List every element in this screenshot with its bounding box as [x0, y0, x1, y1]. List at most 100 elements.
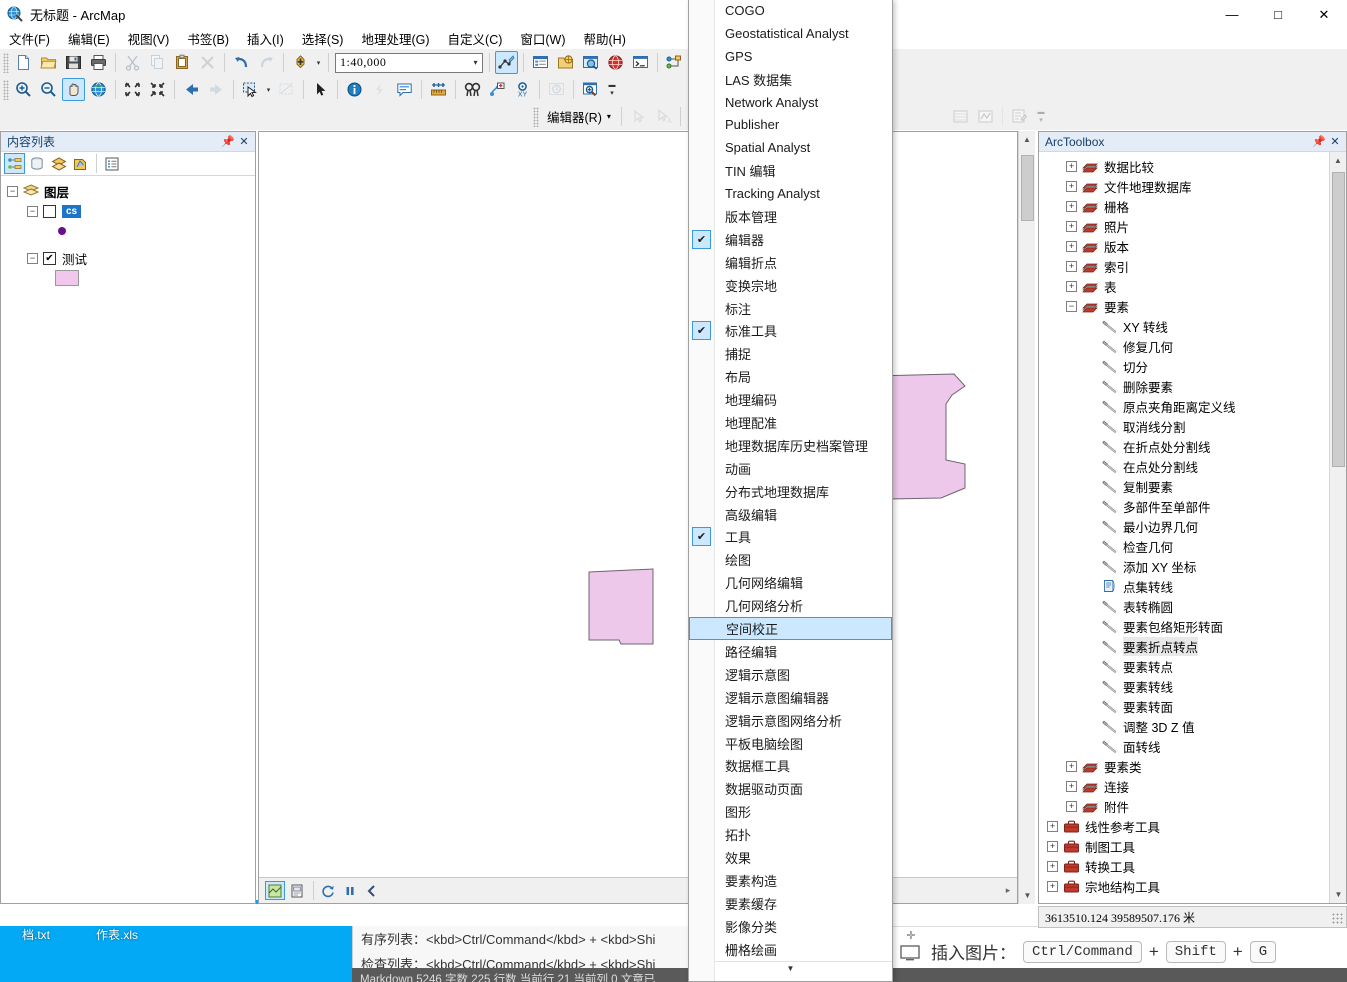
menu-item-toolbar[interactable]: 布局: [689, 365, 892, 388]
toc-layer-cs-row[interactable]: − cs: [5, 201, 255, 221]
create-viewer-icon[interactable]: [579, 78, 602, 101]
scroll-up-icon[interactable]: ▲: [1019, 131, 1035, 148]
arctoolbox-item[interactable]: 要素转面: [1047, 696, 1329, 716]
previous-icon[interactable]: [362, 881, 382, 900]
scroll-down-icon[interactable]: ▼: [1019, 887, 1036, 904]
arctoolbox-vertical-scrollbar[interactable]: ▲ ▼: [1329, 152, 1346, 903]
menu-file[interactable]: 文件(F): [0, 27, 59, 50]
arctoolbox-item[interactable]: + 宗地结构工具: [1047, 876, 1329, 896]
options-icon[interactable]: [101, 153, 122, 174]
go-to-xy-icon[interactable]: XY: [511, 78, 534, 101]
menu-scroll-down-icon[interactable]: ▼: [689, 960, 892, 975]
arctoolbox-item[interactable]: + 照片: [1047, 216, 1329, 236]
menu-item-toolbar[interactable]: 逻辑示意图: [689, 663, 892, 686]
arctoolbox-item[interactable]: + 文件地理数据库: [1047, 176, 1329, 196]
arctoolbox-item[interactable]: + 要素类: [1047, 756, 1329, 776]
zoom-out-icon[interactable]: [37, 78, 60, 101]
arctoolbox-item[interactable]: 多部件至单部件: [1047, 496, 1329, 516]
arctoolbox-item[interactable]: + 索引: [1047, 256, 1329, 276]
menu-item-toolbar[interactable]: 标注: [689, 297, 892, 320]
expander-icon[interactable]: +: [1047, 820, 1058, 832]
menu-geoprocessing[interactable]: 地理处理(G): [352, 27, 438, 50]
table-of-contents-icon[interactable]: [529, 51, 552, 74]
arctoolbox-list[interactable]: + 数据比较 + 文件地理数据库 + 栅格 + 照片 + 版本 + 索引 + 表 − 要素 XY 转线 修复几何切…: [1039, 152, 1329, 903]
toolbar-overflow-icon[interactable]: ▬▾: [606, 78, 618, 102]
scroll-up-icon[interactable]: ▲: [1330, 152, 1346, 169]
arctoolbox-item[interactable]: 在点处分割线: [1047, 456, 1329, 476]
menu-item-toolbar[interactable]: 图形: [689, 800, 892, 823]
menu-selection[interactable]: 选择(S): [293, 27, 353, 50]
menu-item-toolbar[interactable]: 数据驱动页面: [689, 777, 892, 800]
fixed-zoom-out-icon[interactable]: [146, 78, 169, 101]
close-icon[interactable]: ✕: [236, 134, 252, 150]
expander-icon[interactable]: +: [1047, 880, 1058, 892]
expander-icon[interactable]: +: [1047, 840, 1058, 852]
arctoolbox-item[interactable]: + 版本: [1047, 236, 1329, 256]
arctoolbox-item[interactable]: 原点夹角距离定义线: [1047, 396, 1329, 416]
full-extent-icon[interactable]: [87, 78, 110, 101]
layer-visibility-checkbox[interactable]: ✔: [43, 251, 56, 265]
expander-icon[interactable]: +: [1066, 780, 1077, 792]
menu-item-toolbar[interactable]: 地理配准: [689, 411, 892, 434]
maximize-button[interactable]: □: [1255, 0, 1301, 28]
arctoolbox-item[interactable]: 点集转线: [1047, 576, 1329, 596]
menu-item-toolbar[interactable]: 路径编辑: [689, 640, 892, 663]
expander-icon[interactable]: +: [1047, 860, 1058, 872]
expander-icon[interactable]: +: [1066, 160, 1077, 172]
menu-help[interactable]: 帮助(H): [575, 27, 635, 50]
arctoolbox-item[interactable]: 添加 XY 坐标: [1047, 556, 1329, 576]
menu-insert[interactable]: 插入(I): [238, 27, 293, 50]
find-icon[interactable]: [461, 78, 484, 101]
select-features-icon[interactable]: [239, 78, 262, 101]
expander-icon[interactable]: +: [1066, 240, 1077, 252]
arctoolbox-item[interactable]: 最小边界几何: [1047, 516, 1329, 536]
toc-root-row[interactable]: − 图层: [5, 181, 255, 201]
expander-icon[interactable]: −: [27, 205, 38, 217]
arctoolbox-item[interactable]: XY 转线: [1047, 316, 1329, 336]
menu-item-toolbar[interactable]: 版本管理: [689, 205, 892, 228]
arctoolbox-item[interactable]: + 线性参考工具: [1047, 816, 1329, 836]
expander-icon[interactable]: −: [1066, 300, 1077, 312]
open-folder-icon[interactable]: [37, 51, 60, 74]
menu-item-toolbar[interactable]: Publisher: [689, 113, 892, 136]
arctoolbox-item[interactable]: + 数据比较: [1047, 156, 1329, 176]
arctoolbox-item[interactable]: 面转线: [1047, 736, 1329, 756]
menu-item-toolbar[interactable]: 影像分类: [689, 915, 892, 938]
toolbar-grip[interactable]: [533, 106, 539, 127]
toolbar-grip[interactable]: [3, 52, 9, 73]
menu-view[interactable]: 视图(V): [119, 27, 179, 50]
menu-item-toolbar[interactable]: 逻辑示意图网络分析: [689, 709, 892, 732]
list-by-selection-icon[interactable]: [70, 153, 91, 174]
close-button[interactable]: ✕: [1301, 0, 1347, 28]
layout-view-icon[interactable]: [287, 881, 307, 900]
arctoolbox-item[interactable]: 要素折点转点: [1047, 636, 1329, 656]
menu-item-toolbar[interactable]: ✔ 工具: [689, 525, 892, 548]
menu-edit[interactable]: 编辑(E): [59, 27, 119, 50]
arctoolbox-item[interactable]: 要素包络矩形转面: [1047, 616, 1329, 636]
menu-item-toolbar[interactable]: 分布式地理数据库: [689, 480, 892, 503]
menu-item-toolbar[interactable]: 平板电脑绘图: [689, 732, 892, 755]
menu-item-toolbar[interactable]: 高级编辑: [689, 503, 892, 526]
editor-toolbar-icon[interactable]: [495, 51, 518, 74]
scrollbar-thumb[interactable]: [1332, 172, 1345, 467]
menu-item-toolbar[interactable]: Tracking Analyst: [689, 182, 892, 205]
zoom-in-icon[interactable]: [12, 78, 35, 101]
data-view-icon[interactable]: [265, 881, 285, 900]
menu-item-toolbar[interactable]: ✔ 编辑器: [689, 228, 892, 251]
arctoolbox-item[interactable]: 要素转线: [1047, 676, 1329, 696]
arctoolbox-item[interactable]: + 附件: [1047, 796, 1329, 816]
menu-item-toolbar[interactable]: 动画: [689, 457, 892, 480]
arctoolbox-item[interactable]: 调整 3D Z 值: [1047, 716, 1329, 736]
expander-icon[interactable]: −: [7, 185, 18, 197]
list-by-drawing-order-icon[interactable]: [4, 153, 25, 174]
arctoolbox-item[interactable]: 检查几何: [1047, 536, 1329, 556]
minimize-button[interactable]: —: [1209, 0, 1255, 28]
menu-item-toolbar[interactable]: 捕捉: [689, 342, 892, 365]
expander-icon[interactable]: +: [1066, 280, 1077, 292]
python-window-icon[interactable]: [629, 51, 652, 74]
arctoolbox-item[interactable]: 切分: [1047, 356, 1329, 376]
menu-item-toolbar[interactable]: TIN 编辑: [689, 159, 892, 182]
new-document-icon[interactable]: [12, 51, 35, 74]
find-route-icon[interactable]: [486, 78, 509, 101]
menu-item-toolbar[interactable]: Geostatistical Analyst: [689, 22, 892, 45]
